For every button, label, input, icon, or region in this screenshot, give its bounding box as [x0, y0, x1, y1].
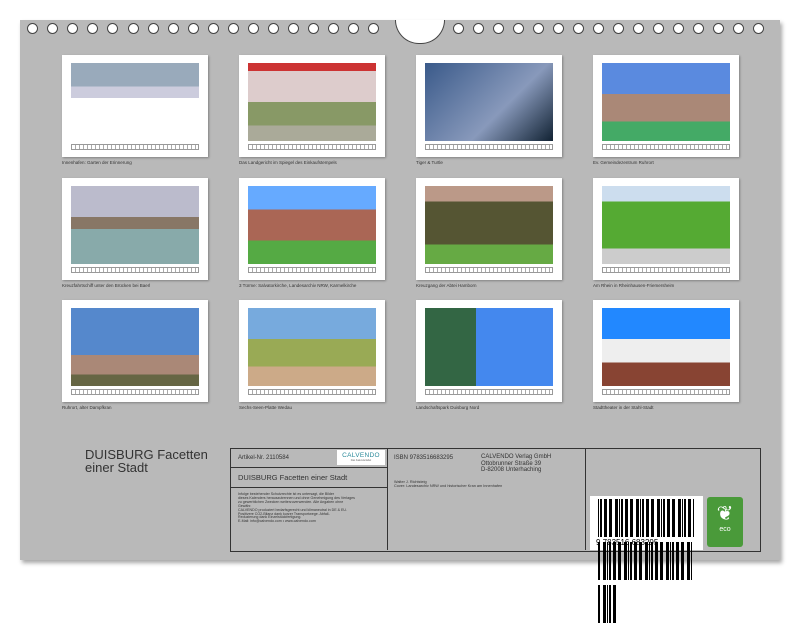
photo-caption: Tiger & Turtle [416, 160, 443, 165]
calendar-month-thumbnail [239, 300, 385, 402]
photo-caption: Landschaftspark Duisburg Nord [416, 405, 479, 410]
binding-hole [653, 23, 664, 34]
calvendo-logo: CALVENDO Das Kalenderlabel [337, 450, 385, 465]
binding-hole [553, 23, 564, 34]
mini-calendar-strip [425, 267, 553, 273]
binding-hole [733, 23, 744, 34]
hanger-notch [395, 20, 445, 44]
photo-caption: Kreuzgang der Abtei Hamborn [416, 283, 477, 288]
photo [248, 63, 376, 141]
photo-caption: Stadttheater in der Stahl-Stadt [593, 405, 654, 410]
binding-hole [268, 23, 279, 34]
binding-hole [453, 23, 464, 34]
binding-hole [208, 23, 219, 34]
binding-hole [673, 23, 684, 34]
calendar-month-thumbnail [62, 300, 208, 402]
calendar-month-thumbnail [62, 178, 208, 280]
eco-logo: ❦ eco [707, 497, 743, 547]
photo-caption: Ev. Gemeindezentrum Ruhrort [593, 160, 654, 165]
photo [248, 186, 376, 264]
binding-hole [693, 23, 704, 34]
binding-hole [493, 23, 504, 34]
calendar-title: DUISBURG Facetten einer Stadt [85, 448, 215, 474]
leaf-icon: ❦ [707, 501, 743, 526]
binding-hole [288, 23, 299, 34]
binding-hole [47, 23, 58, 34]
photo [71, 308, 199, 386]
binding-hole [513, 23, 524, 34]
photo [71, 63, 199, 141]
isbn: ISBN 9783516683295 [394, 455, 453, 461]
calendar-month-thumbnail [239, 55, 385, 157]
mini-calendar-strip [425, 144, 553, 150]
binding-hole [713, 23, 724, 34]
photo [602, 186, 730, 264]
binding-hole [128, 23, 139, 34]
photo-caption: Sechs-Seen-Platte Wedau [239, 405, 292, 410]
photo-caption: Innenhafen: Garten der Erinnerung [62, 160, 132, 165]
binding-hole [67, 23, 78, 34]
photo [425, 186, 553, 264]
calendar-month-thumbnail [416, 178, 562, 280]
binding-hole [168, 23, 179, 34]
binding-hole [248, 23, 259, 34]
photo-caption: 3 Türme: Salvatorkirche, Landesarchiv NR… [239, 283, 356, 288]
legal-line: zu gewerblichen Zwecken weiterzuverwende… [238, 501, 355, 505]
binding-hole [613, 23, 624, 34]
calendar-month-thumbnail [416, 300, 562, 402]
mini-calendar-strip [71, 389, 199, 395]
photo [425, 308, 553, 386]
photo [248, 308, 376, 386]
mini-calendar-strip [602, 389, 730, 395]
mini-calendar-strip [425, 389, 553, 395]
mini-calendar-strip [71, 144, 199, 150]
photo-caption: Kreuzfahrtschiff unter den Brücken bei B… [62, 283, 150, 288]
cover-credit: Cover: Landesarchiv NRW und historischer… [394, 484, 502, 488]
photo-caption: Ruhrort, alter Dampfkran [62, 405, 112, 410]
barcode: 9 783516 683295 [590, 496, 703, 550]
mini-calendar-strip [602, 267, 730, 273]
photo-caption: Das Landgericht im Spiegel des Einkaufst… [239, 160, 337, 165]
photo-caption: Am Rhein in Rheinhausen-Friemersheim [593, 283, 674, 288]
mini-calendar-strip [248, 144, 376, 150]
binding-hole [107, 23, 118, 34]
product-name: DUISBURG Facetten einer Stadt [238, 473, 347, 482]
mini-calendar-strip [248, 389, 376, 395]
binding-hole [633, 23, 644, 34]
binding-hole [473, 23, 484, 34]
binding-hole [593, 23, 604, 34]
binding-hole [27, 23, 38, 34]
binding-hole [87, 23, 98, 34]
calendar-back-cover: Innenhafen: Garten der Erinnerung Das Lan… [20, 20, 780, 560]
binding-hole [148, 23, 159, 34]
binding-hole [753, 23, 764, 34]
photo [602, 63, 730, 141]
binding-hole [368, 23, 379, 34]
mini-calendar-strip [71, 267, 199, 273]
calendar-month-thumbnail [593, 55, 739, 157]
photo [602, 308, 730, 386]
binding-hole [188, 23, 199, 34]
photo [425, 63, 553, 141]
info-table: Artikel-Nr. 2110584 CALVENDO Das Kalende… [230, 448, 761, 552]
calendar-month-thumbnail [593, 300, 739, 402]
calendar-month-thumbnail [62, 55, 208, 157]
binding-hole [328, 23, 339, 34]
binding-hole [573, 23, 584, 34]
legal-line: E-Mail: info@calvendo.com • www.calvendo… [238, 520, 355, 524]
calendar-month-thumbnail [416, 55, 562, 157]
binding-hole [348, 23, 359, 34]
binding-hole [308, 23, 319, 34]
calendar-month-thumbnail [593, 178, 739, 280]
binding-hole [228, 23, 239, 34]
publisher-address: CALVENDO Verlag GmbH Ottobrunner Straße … [481, 454, 551, 474]
calendar-month-thumbnail [239, 178, 385, 280]
mini-calendar-strip [248, 267, 376, 273]
photo [71, 186, 199, 264]
article-number: Artikel-Nr. 2110584 [238, 455, 289, 461]
binding-hole [533, 23, 544, 34]
mini-calendar-strip [602, 144, 730, 150]
